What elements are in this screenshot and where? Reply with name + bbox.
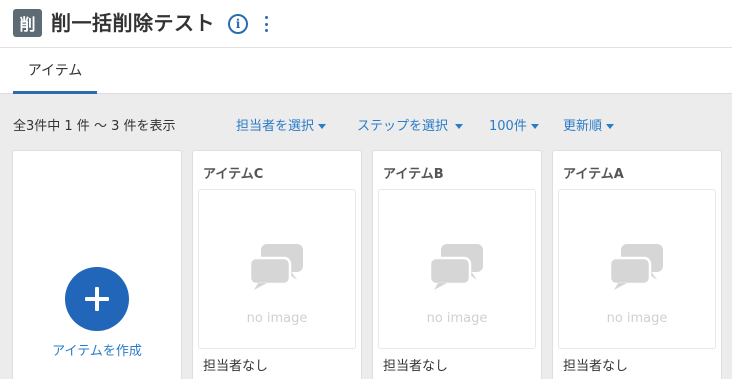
step-filter[interactable]: ステップを選択	[357, 115, 464, 134]
speech-bubbles-icon	[249, 244, 303, 290]
step-filter-label: ステップを選択	[357, 119, 449, 134]
sort-select[interactable]: 更新順	[563, 115, 615, 134]
no-image-text: no image	[606, 311, 668, 326]
item-thumbnail[interactable]: no image	[198, 189, 356, 349]
page-size-select[interactable]: 100件	[489, 115, 539, 134]
app-header: 削 削一括削除テスト i	[0, 0, 732, 48]
item-thumbnail[interactable]: no image	[558, 189, 716, 349]
more-vertical-icon[interactable]	[260, 13, 272, 35]
no-image-text: no image	[426, 311, 488, 326]
caret-down-icon	[318, 124, 327, 129]
item-card[interactable]: アイテムC no image 担当者なし	[192, 150, 362, 379]
page-title: 削一括削除テスト	[51, 11, 215, 35]
plus-icon[interactable]	[65, 267, 129, 331]
create-item-card[interactable]: アイテムを作成	[12, 150, 182, 379]
item-assignee: 担当者なし	[203, 359, 269, 374]
item-thumbnail[interactable]: no image	[378, 189, 536, 349]
item-title[interactable]: アイテムC	[203, 163, 263, 182]
item-card[interactable]: アイテムB no image 担当者なし	[372, 150, 542, 379]
assignee-filter[interactable]: 担当者を選択	[236, 115, 327, 134]
item-assignee: 担当者なし	[383, 359, 449, 374]
page-size-label: 100件	[489, 119, 527, 134]
caret-down-icon	[530, 124, 539, 129]
create-item-label[interactable]: アイテムを作成	[13, 340, 181, 359]
item-title[interactable]: アイテムB	[383, 163, 444, 182]
item-assignee: 担当者なし	[563, 359, 629, 374]
list-toolbar: 全3件中 1 件 ～ 3 件を表示 担当者を選択 ステップを選択 100件 更新…	[0, 108, 732, 138]
speech-bubbles-icon	[429, 244, 483, 290]
assignee-filter-label: 担当者を選択	[236, 119, 315, 134]
item-card[interactable]: アイテムA no image 担当者なし	[552, 150, 722, 379]
caret-down-icon	[455, 124, 464, 129]
tab-bar: アイテム	[0, 48, 732, 94]
speech-bubbles-icon	[609, 244, 663, 290]
info-icon[interactable]: i	[228, 14, 248, 34]
sort-label: 更新順	[563, 119, 603, 134]
item-title[interactable]: アイテムA	[563, 163, 624, 182]
caret-down-icon	[606, 124, 615, 129]
result-count: 全3件中 1 件 ～ 3 件を表示	[13, 119, 176, 134]
no-image-text: no image	[246, 311, 308, 326]
app-icon: 削	[13, 9, 42, 37]
tab-items[interactable]: アイテム	[13, 48, 97, 94]
